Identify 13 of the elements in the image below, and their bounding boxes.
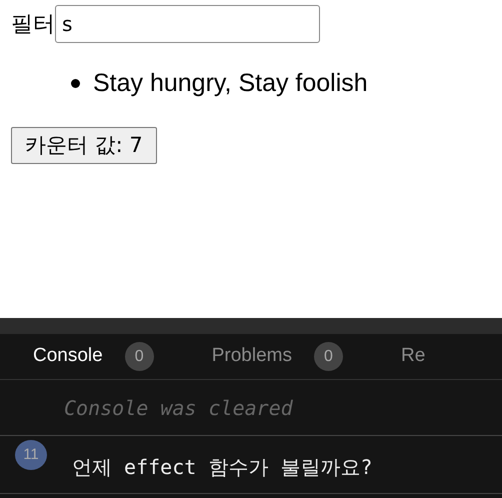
console-log-text: 언제 effect 함수가 불릴까요?: [72, 454, 372, 481]
list-item: Stay hungry, Stay foolish: [93, 68, 368, 99]
filter-input-field[interactable]: s: [55, 5, 320, 43]
count-badge: 0: [124, 342, 154, 371]
filter-label: 필터: [11, 10, 55, 38]
console-tab[interactable]: Console: [33, 342, 103, 371]
count-badge: 0: [314, 342, 343, 371]
repeat-count-badge: 11: [15, 440, 47, 470]
console-tab[interactable]: Re: [400, 342, 426, 371]
console-message: Console was cleared: [0, 380, 502, 436]
bullet-icon: [71, 78, 80, 88]
console-tab[interactable]: Problems: [212, 342, 292, 371]
counter-button[interactable]: 카운터 값: 7: [11, 126, 157, 164]
